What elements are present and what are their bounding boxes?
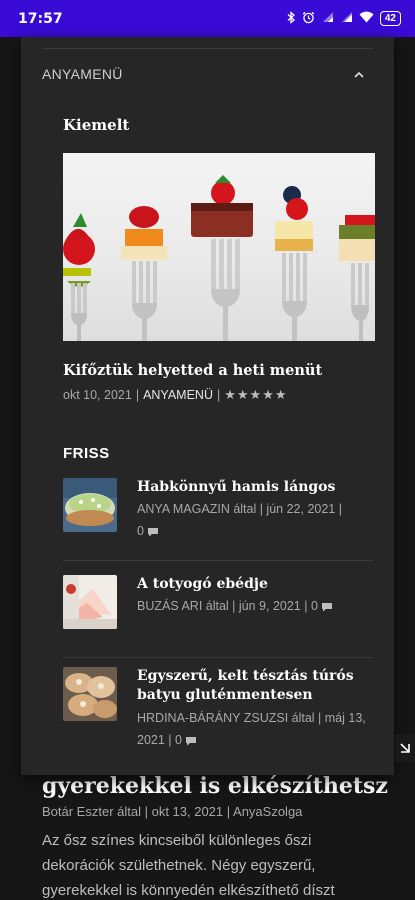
divider xyxy=(42,48,373,49)
item-title[interactable]: Habkönnyű hamis lángos xyxy=(137,478,373,497)
comment-icon xyxy=(148,527,159,537)
turos-batyu-thumbnail-image xyxy=(63,667,117,721)
battery-level: 42 xyxy=(384,13,396,24)
chevron-up-icon[interactable] xyxy=(353,68,365,80)
meta-separator: | xyxy=(216,388,221,402)
signal-icon xyxy=(340,11,353,26)
item-title[interactable]: A totyogó ebédje xyxy=(137,575,373,594)
comment-icon xyxy=(186,736,197,746)
item-meta-text: BUZÁS ARI által | jún 9, 2021 | 0 xyxy=(137,599,318,613)
wifi-icon xyxy=(359,11,374,26)
signal-icon xyxy=(321,11,334,26)
forks-food-illustration xyxy=(63,175,375,341)
battery-icon: 42 xyxy=(379,11,401,26)
meta-separator: | xyxy=(135,388,140,402)
item-meta-text: ANYA MAGAZIN által | jún 22, 2021 | xyxy=(137,502,342,516)
fresh-section-title: FRISS xyxy=(63,445,110,462)
featured-section-title: Kiemelt xyxy=(63,116,130,134)
menu-header[interactable]: ANYAMENÜ xyxy=(42,61,373,87)
status-time: 17:57 xyxy=(18,10,63,27)
featured-article-meta: okt 10, 2021 | ANYAMENÜ | ★★★★★ xyxy=(63,387,288,403)
comment-icon xyxy=(322,602,333,612)
item-thumbnail[interactable] xyxy=(63,478,117,532)
item-meta: ANYA MAGAZIN által | jún 22, 2021 | 0 xyxy=(137,498,373,542)
bluetooth-icon xyxy=(286,10,296,27)
item-meta: HRDINA-BÁRÁNY ZSUZSI által | máj 13, 202… xyxy=(137,707,373,751)
featured-date: okt 10, 2021 xyxy=(63,388,132,402)
featured-image[interactable] xyxy=(63,153,375,341)
status-icons: 42 xyxy=(286,10,401,27)
mega-menu-panel: ANYAMENÜ Kiemelt Kifőztük helyetted a he… xyxy=(21,37,394,775)
featured-category-link[interactable]: ANYAMENÜ xyxy=(143,388,213,402)
star-rating: ★★★★★ xyxy=(224,387,288,402)
item-meta: BUZÁS ARI által | jún 9, 2021 | 0 xyxy=(137,595,377,617)
item-thumbnail[interactable] xyxy=(63,575,117,629)
comment-count[interactable]: 0 xyxy=(137,524,144,538)
divider xyxy=(63,560,373,561)
toddler-lunch-thumbnail-image xyxy=(63,575,117,629)
article-meta: Botár Eszter által | okt 13, 2021 | Anya… xyxy=(42,804,303,819)
article-title[interactable]: gyerekekkel is elkészíthetsz xyxy=(42,773,388,799)
share-icon[interactable] xyxy=(395,734,415,762)
divider xyxy=(63,657,373,658)
item-meta-text: HRDINA-BÁRÁNY ZSUZSI által | máj 13, 202… xyxy=(137,711,366,747)
item-title[interactable]: Egyszerű, kelt tésztás túrós batyu gluté… xyxy=(137,667,373,705)
article-excerpt: Az ősz színes kincseiből különleges őszi… xyxy=(42,832,335,899)
menu-label: ANYAMENÜ xyxy=(42,66,123,82)
item-thumbnail[interactable] xyxy=(63,667,117,721)
featured-article-title[interactable]: Kifőztük helyetted a heti menüt xyxy=(63,362,322,379)
langos-thumbnail-image xyxy=(63,478,117,532)
status-bar: 17:57 42 xyxy=(0,0,415,37)
alarm-icon xyxy=(302,11,315,27)
